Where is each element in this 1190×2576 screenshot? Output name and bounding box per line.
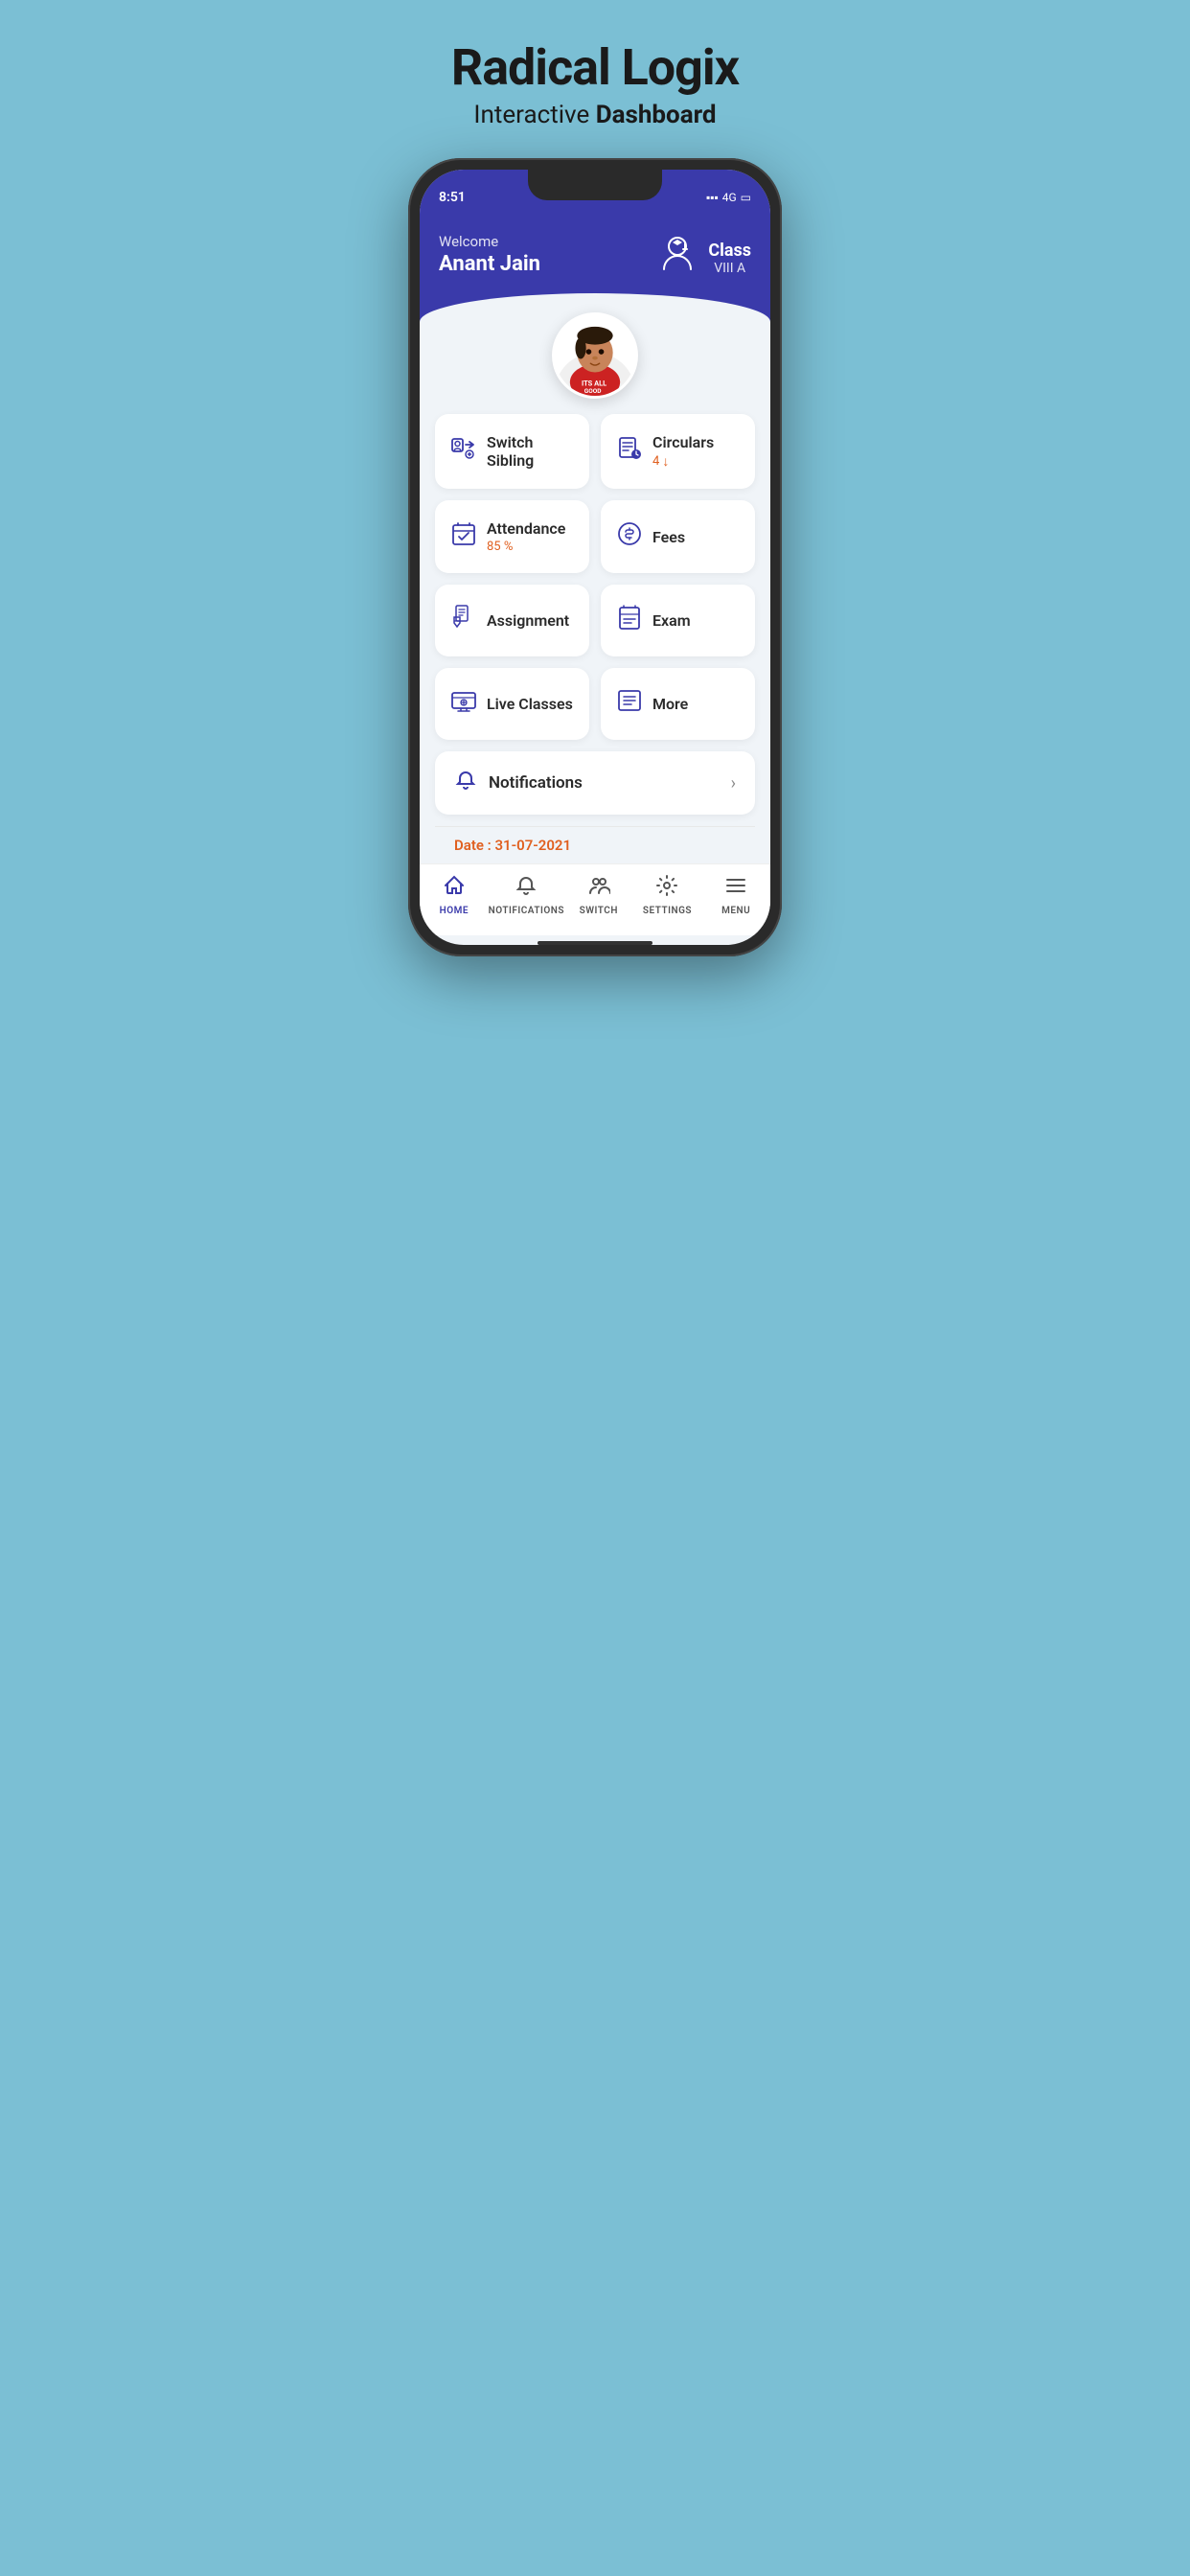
class-section: Class VIII A xyxy=(656,233,751,284)
avatar-image: ITS ALL GOOD xyxy=(555,312,635,396)
attendance-card[interactable]: Attendance 85 % xyxy=(435,500,589,573)
circulars-icon xyxy=(616,435,643,469)
home-icon xyxy=(443,874,466,903)
class-name: VIII A xyxy=(708,261,751,276)
notifications-row[interactable]: Notifications › xyxy=(435,751,755,815)
assignment-card[interactable]: Assignment xyxy=(435,585,589,656)
welcome-section: Welcome Anant Jain xyxy=(439,233,540,276)
avatar: ITS ALL GOOD xyxy=(552,312,638,399)
nav-menu-label: MENU xyxy=(721,906,750,916)
more-icon xyxy=(616,687,643,721)
circulars-content: Circulars 4 ↓ xyxy=(652,433,714,470)
assignment-icon xyxy=(450,604,477,637)
exam-icon xyxy=(616,604,643,637)
switch-sibling-title: Switch Sibling xyxy=(487,433,574,470)
bottom-nav: HOME NOTIFICATIONS xyxy=(420,863,770,935)
nav-home-label: HOME xyxy=(440,906,469,916)
gear-icon xyxy=(655,874,678,903)
battery-icon: ▭ xyxy=(741,191,751,204)
live-classes-title: Live Classes xyxy=(487,695,573,713)
header-top: Welcome Anant Jain xyxy=(439,233,751,284)
fees-title: Fees xyxy=(652,528,685,546)
subtitle-bold: Dashboard xyxy=(596,101,717,129)
live-classes-content: Live Classes xyxy=(487,695,573,713)
fees-card[interactable]: Fees xyxy=(601,500,755,573)
nav-switch-label: SWITCH xyxy=(580,906,618,916)
circulars-title: Circulars xyxy=(652,433,714,451)
exam-content: Exam xyxy=(652,611,691,630)
exam-title: Exam xyxy=(652,611,691,630)
live-classes-card[interactable]: Live Classes xyxy=(435,668,589,740)
switch-sibling-icon xyxy=(450,435,477,469)
attendance-title: Attendance xyxy=(487,519,565,538)
switch-sibling-card[interactable]: Switch Sibling xyxy=(435,414,589,489)
more-title: More xyxy=(652,695,688,713)
chevron-right-icon: › xyxy=(731,773,736,794)
nav-home[interactable]: HOME xyxy=(420,874,489,916)
hamburger-icon xyxy=(724,874,747,903)
phone-notch xyxy=(528,170,662,200)
switch-sibling-content: Switch Sibling xyxy=(487,433,574,470)
page-header: Radical Logix Interactive Dashboard xyxy=(408,38,782,129)
nav-settings-label: SETTINGS xyxy=(643,906,692,916)
nav-menu[interactable]: MENU xyxy=(701,874,770,916)
notifications-label: Notifications xyxy=(489,773,583,793)
attendance-sub: 85 % xyxy=(487,540,565,554)
app-title: Radical Logix xyxy=(408,38,782,97)
nav-switch-icon xyxy=(587,874,610,903)
status-bar: 8:51 ▪▪▪ 4G ▭ xyxy=(420,170,770,218)
fees-icon xyxy=(616,520,643,554)
live-classes-icon xyxy=(450,687,477,721)
notif-left: Notifications xyxy=(454,769,583,797)
phone-shell: 8:51 ▪▪▪ 4G ▭ Welcome Anant Jain xyxy=(408,158,782,956)
circulars-card[interactable]: Circulars 4 ↓ xyxy=(601,414,755,489)
assignment-content: Assignment xyxy=(487,611,569,630)
fees-content: Fees xyxy=(652,528,685,546)
home-indicator xyxy=(538,941,652,945)
phone-screen: 8:51 ▪▪▪ 4G ▭ Welcome Anant Jain xyxy=(420,170,770,945)
circulars-sub: 4 ↓ xyxy=(652,453,714,470)
class-label: Class xyxy=(708,241,751,261)
nav-bell-icon xyxy=(515,874,538,903)
greeting-text: Welcome xyxy=(439,233,540,250)
status-time: 8:51 xyxy=(439,190,466,205)
nav-notifications-label: NOTIFICATIONS xyxy=(489,906,564,916)
avatar-container: ITS ALL GOOD xyxy=(420,312,770,399)
nav-notifications[interactable]: NOTIFICATIONS xyxy=(489,874,564,916)
user-name: Anant Jain xyxy=(439,252,540,276)
class-info: Class VIII A xyxy=(708,241,751,276)
exam-card[interactable]: Exam xyxy=(601,585,755,656)
page-wrapper: Radical Logix Interactive Dashboard 8:51… xyxy=(408,38,782,956)
date-row: Date : 31-07-2021 xyxy=(435,826,755,863)
nav-switch[interactable]: SWITCH xyxy=(564,874,633,916)
dashboard-grid: Switch Sibling Circulars xyxy=(420,414,770,740)
date-label: Date : 31-07-2021 xyxy=(454,837,571,854)
network-icon: 4G xyxy=(722,191,737,204)
app-subtitle: Interactive Dashboard xyxy=(408,101,782,129)
assignment-title: Assignment xyxy=(487,611,569,630)
attendance-content: Attendance 85 % xyxy=(487,519,565,554)
signal-icon: ▪▪▪ xyxy=(706,191,719,204)
down-arrow-icon: ↓ xyxy=(662,453,669,470)
nav-settings[interactable]: SETTINGS xyxy=(633,874,702,916)
more-content: More xyxy=(652,695,688,713)
status-icons: ▪▪▪ 4G ▭ xyxy=(706,191,751,204)
subtitle-normal: Interactive xyxy=(473,101,595,129)
attendance-icon xyxy=(450,520,477,554)
graduation-icon xyxy=(656,233,698,284)
more-card[interactable]: More xyxy=(601,668,755,740)
svg-text:GOOD: GOOD xyxy=(584,387,602,395)
bell-icon xyxy=(454,769,477,797)
